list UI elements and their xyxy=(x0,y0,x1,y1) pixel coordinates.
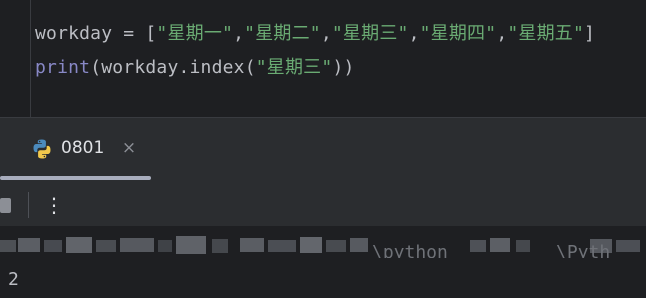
call-close: )) xyxy=(332,57,355,78)
builtin-print: print xyxy=(35,57,91,78)
string-item-3: "星期三" xyxy=(331,23,409,44)
console-command-fragment-2: \Pyth xyxy=(556,242,611,258)
code-line-2[interactable]: print(workday.index("星期三")) xyxy=(35,56,355,80)
string-item-2: "星期二" xyxy=(244,23,321,44)
tab-label: 0801 xyxy=(61,138,105,158)
console-result: 2 xyxy=(8,269,19,290)
comma: , xyxy=(320,23,332,44)
toolbar-divider xyxy=(28,192,29,218)
string-item-4: "星期四" xyxy=(419,23,497,44)
console-output-area[interactable]: \python \Pyth 2 xyxy=(0,226,646,298)
more-options-icon[interactable]: ⋮ xyxy=(44,192,64,218)
console-command-fragment: \python xyxy=(372,242,448,258)
console-command-line-redacted: \python \Pyth xyxy=(0,234,646,258)
ide-window: workday = ["星期一","星期二","星期三","星期四","星期五"… xyxy=(0,0,646,298)
string-item-5: "星期五" xyxy=(507,23,585,44)
active-tab-indicator xyxy=(0,176,151,180)
run-tool-window: 0801 × ⋮ \python \Pyth 2 xyxy=(0,117,646,298)
close-icon[interactable]: × xyxy=(121,137,137,159)
close-bracket: ] xyxy=(584,23,596,44)
assign-operator: = [ xyxy=(112,23,157,44)
stop-icon[interactable] xyxy=(0,198,11,213)
code-editor[interactable]: workday = ["星期一","星期二","星期三","星期四","星期五"… xyxy=(0,0,646,117)
call-open: (workday.index( xyxy=(90,57,256,78)
run-tab-0801[interactable]: 0801 × xyxy=(0,118,152,180)
comma: , xyxy=(496,23,508,44)
run-toolbar: ⋮ xyxy=(0,182,646,226)
comma: , xyxy=(408,23,420,44)
string-arg: "星期三" xyxy=(255,57,333,78)
python-icon xyxy=(33,139,51,159)
code-line-1[interactable]: workday = ["星期一","星期二","星期三","星期四","星期五"… xyxy=(35,22,595,46)
editor-gutter-divider xyxy=(30,0,31,117)
comma: , xyxy=(233,23,245,44)
variable-workday: workday xyxy=(35,23,113,44)
string-item-1: "星期一" xyxy=(156,23,234,44)
